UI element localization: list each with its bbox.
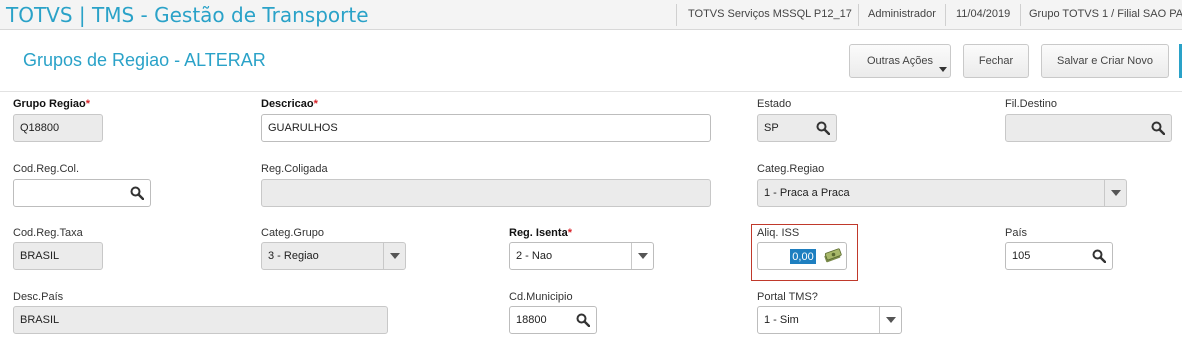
cd-municipio-field[interactable]: 18800: [509, 306, 597, 334]
descricao-label: Descricao*: [261, 98, 318, 110]
cd-municipio-value: 18800: [516, 314, 547, 326]
portal-tms-value: 1 - Sim: [764, 314, 799, 326]
estado-label: Estado: [757, 98, 792, 110]
fil-destino-label: Fil.Destino: [1005, 98, 1057, 110]
save-and-new-button[interactable]: Salvar e Criar Novo: [1041, 44, 1169, 78]
pais-label: País: [1005, 227, 1028, 239]
aliq-iss-value[interactable]: 0,00: [790, 249, 816, 264]
fil-destino-field[interactable]: [1005, 114, 1172, 142]
descricao-field[interactable]: GUARULHOS: [261, 114, 711, 142]
top-bar: TOTVS | TMS - Gestão de Transporte TOTVS…: [0, 0, 1182, 30]
app-title: TOTVS | TMS - Gestão de Transporte: [6, 3, 369, 27]
date-info: 11/04/2019: [956, 8, 1011, 20]
reg-isenta-value: 2 - Nao: [516, 250, 553, 262]
grupo-regiao-field[interactable]: Q18800: [13, 114, 103, 142]
cod-reg-taxa-field[interactable]: BRASIL: [13, 242, 103, 270]
save-and-new-label: Salvar e Criar Novo: [1057, 55, 1153, 67]
desc-pais-label: Desc.País: [13, 291, 64, 303]
cod-reg-taxa-label: Cod.Reg.Taxa: [13, 227, 83, 239]
search-icon[interactable]: [576, 313, 590, 327]
categ-grupo-label: Categ.Grupo: [261, 227, 324, 239]
search-icon[interactable]: [130, 186, 144, 200]
reg-isenta-label: Reg. Isenta*: [509, 227, 572, 239]
estado-value: SP: [764, 122, 779, 134]
separator: [945, 4, 946, 26]
reg-isenta-select[interactable]: 2 - Nao: [509, 242, 654, 270]
portal-tms-select[interactable]: 1 - Sim: [757, 306, 902, 334]
pais-field[interactable]: 105: [1005, 242, 1113, 270]
grupo-regiao-value: Q18800: [20, 122, 60, 134]
portal-tms-label: Portal TMS?: [757, 291, 818, 303]
categ-regiao-select[interactable]: 1 - Praca a Praca: [757, 179, 1127, 207]
page-title: Grupos de Regiao - ALTERAR: [23, 50, 266, 70]
separator: [1020, 4, 1021, 26]
separator: [858, 4, 859, 26]
reg-coligada-field[interactable]: [261, 179, 711, 207]
other-actions-label: Outras Ações: [866, 55, 934, 67]
search-icon[interactable]: [816, 121, 830, 135]
desc-pais-value: BRASIL: [20, 314, 60, 326]
close-button[interactable]: Fechar: [963, 44, 1029, 78]
cd-municipio-label: Cd.Municipio: [509, 291, 573, 303]
estado-field[interactable]: SP: [757, 114, 837, 142]
money-icon[interactable]: [823, 247, 843, 263]
separator: [676, 4, 677, 26]
desc-pais-field[interactable]: BRASIL: [13, 306, 388, 334]
close-button-label: Fechar: [978, 55, 1014, 67]
categ-grupo-value: 3 - Regiao: [268, 250, 319, 262]
environment-info: TOTVS Serviços MSSQL P12_17: [688, 8, 852, 20]
cod-reg-col-field[interactable]: [13, 179, 151, 207]
pais-value: 105: [1012, 250, 1031, 262]
dropdown-arrow-icon[interactable]: [631, 243, 653, 269]
dropdown-arrow-icon[interactable]: [879, 307, 901, 333]
categ-regiao-label: Categ.Regiao: [757, 163, 825, 175]
categ-regiao-value: 1 - Praca a Praca: [764, 187, 850, 199]
other-actions-button[interactable]: Outras Ações: [849, 44, 951, 78]
reg-coligada-label: Reg.Coligada: [261, 163, 328, 175]
cod-reg-taxa-value: BRASIL: [20, 250, 60, 262]
chevron-down-icon: [939, 67, 947, 72]
descricao-value: GUARULHOS: [268, 122, 338, 134]
cod-reg-col-label: Cod.Reg.Col.: [13, 163, 80, 175]
search-icon[interactable]: [1151, 121, 1165, 135]
search-icon[interactable]: [1092, 249, 1106, 263]
grupo-regiao-label: Grupo Regiao*: [13, 98, 91, 110]
dropdown-arrow-icon[interactable]: [1104, 180, 1126, 206]
aliq-iss-label: Aliq. ISS: [757, 227, 800, 239]
categ-grupo-select[interactable]: 3 - Regiao: [261, 242, 406, 270]
dropdown-arrow-icon[interactable]: [383, 243, 405, 269]
branch-info[interactable]: Grupo TOTVS 1 / Filial SAO PAU: [1029, 8, 1182, 20]
user-info[interactable]: Administrador: [868, 8, 936, 20]
